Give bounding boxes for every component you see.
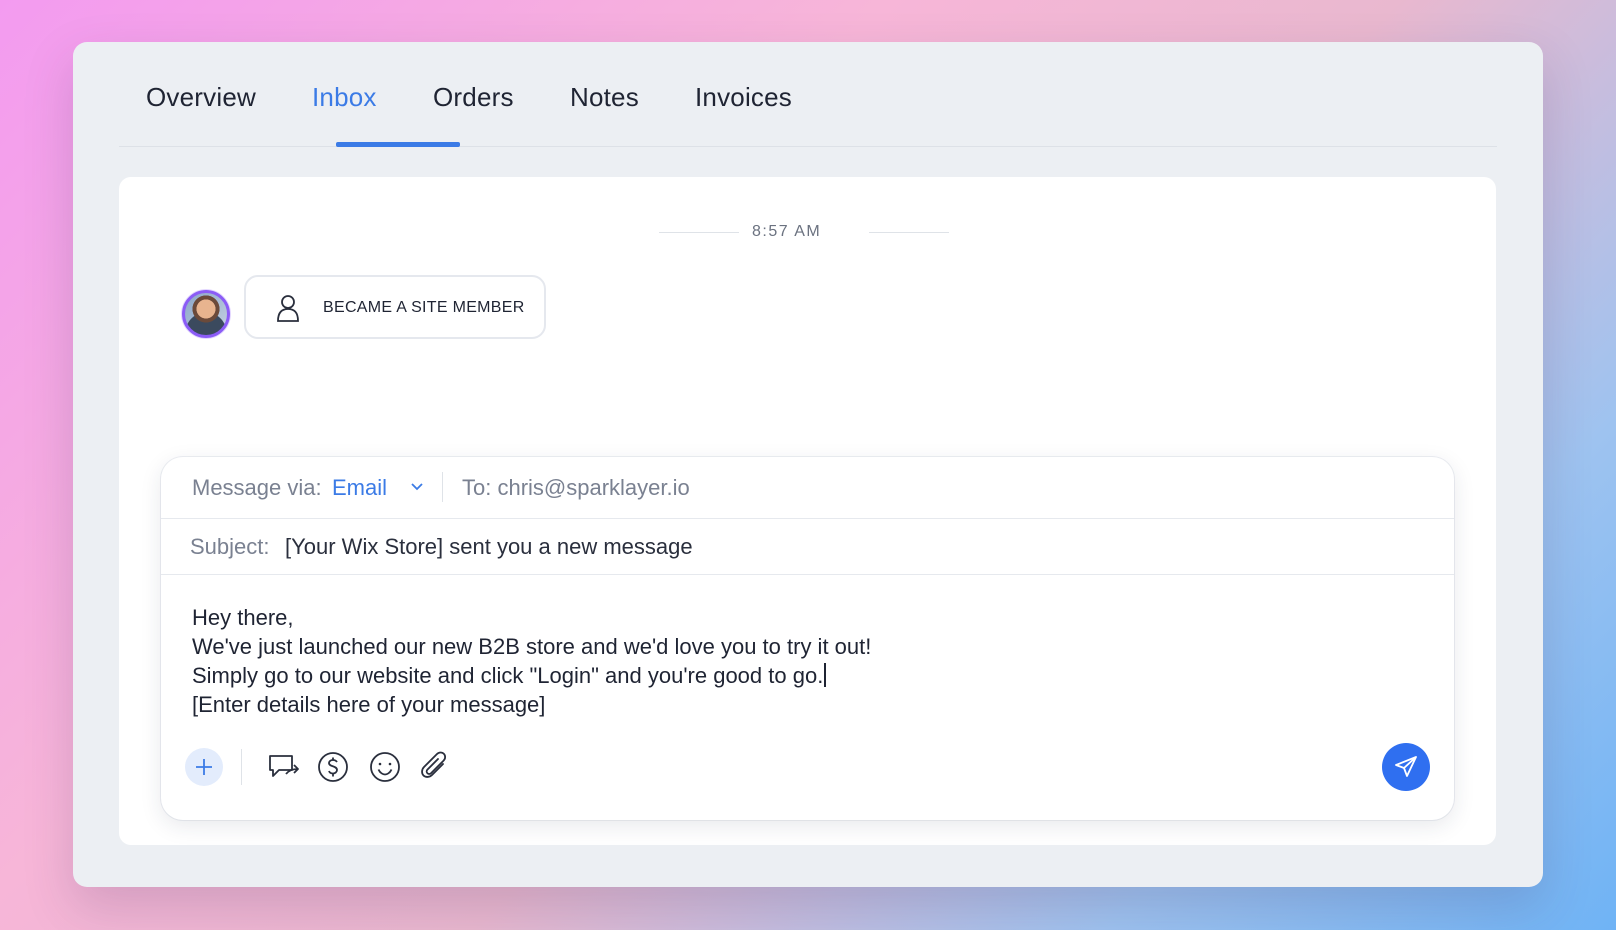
message-composer: Message via: Email To: chris@sparklayer.… [161,457,1454,820]
emoji-icon[interactable] [368,750,402,784]
send-button[interactable] [1382,743,1430,791]
activity-event: BECAME A SITE MEMBER [244,275,546,339]
message-body-editor[interactable]: Hey there, We've just launched our new B… [192,603,871,719]
avatar[interactable] [182,290,230,338]
active-tab-indicator [336,142,460,147]
inbox-panel: 8:57 AM BECAME A SITE MEMBER Message via… [119,177,1496,845]
tab-overview[interactable]: Overview [146,82,256,113]
message-via-label: Message via: [192,475,322,500]
person-icon [277,295,299,322]
subject-label: Subject: [190,534,270,559]
customer-window: Overview Inbox Orders Notes Invoices 8:5… [73,42,1543,887]
divider-line-right [869,232,949,233]
event-label: BECAME A SITE MEMBER [323,299,525,316]
body-line-with-caret: Simply go to our website and click "Logi… [192,661,871,690]
body-line: We've just launched our new B2B store an… [192,634,872,659]
tab-inbox[interactable]: Inbox [312,82,377,113]
tab-notes[interactable]: Notes [570,82,639,113]
divider-line-left [659,232,739,233]
tab-orders[interactable]: Orders [433,82,514,113]
paperclip-icon[interactable] [418,750,452,784]
field-divider [442,472,443,502]
recipient-field[interactable]: To: chris@sparklayer.io [462,475,690,501]
chat-forward-icon[interactable] [267,750,301,784]
tab-invoices[interactable]: Invoices [695,82,792,113]
body-line: Hey there, [192,605,294,630]
dollar-icon[interactable] [316,750,350,784]
timestamp-divider: 8:57 AM [119,223,1496,243]
tab-bar: Overview Inbox Orders Notes Invoices [119,42,1497,147]
send-icon [1395,756,1417,777]
text-caret [824,663,826,687]
body-line: [Enter details here of your message] [192,692,546,717]
toolbar-divider [241,749,242,785]
channel-select[interactable]: Email [332,475,387,501]
timestamp: 8:57 AM [752,223,822,240]
channel-row: Message via: Email To: chris@sparklayer.… [161,457,1454,519]
composer-toolbar [161,743,1454,793]
subject-row: Subject: [Your Wix Store] sent you a new… [161,519,1454,575]
chevron-down-icon[interactable] [408,477,426,495]
body-line: Simply go to our website and click "Logi… [192,663,824,688]
add-button[interactable] [185,748,223,786]
subject-input[interactable]: [Your Wix Store] sent you a new message [285,534,693,560]
plus-icon [196,759,212,775]
